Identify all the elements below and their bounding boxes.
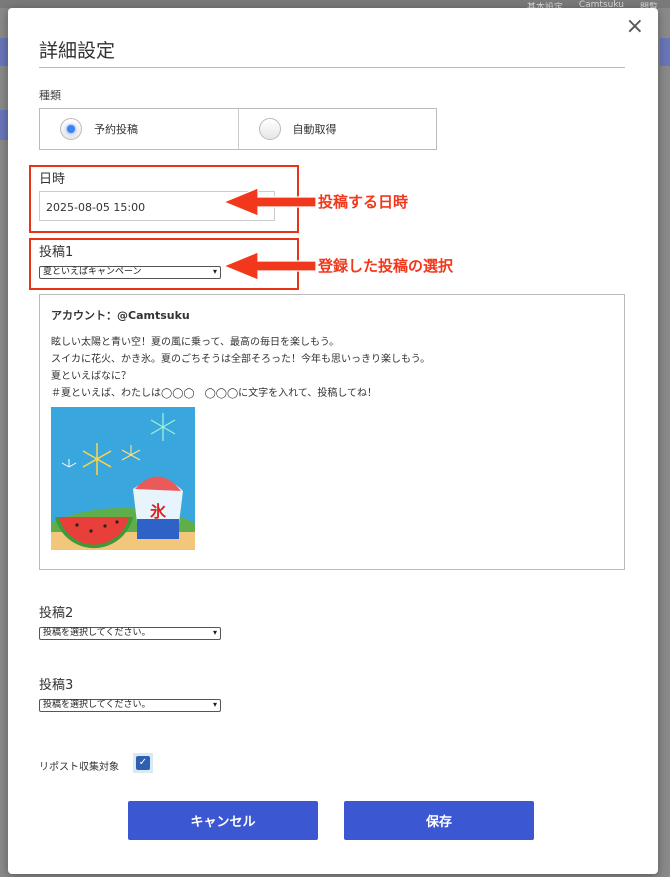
check-icon: ✓ bbox=[136, 756, 150, 770]
annotation-arrows bbox=[222, 187, 317, 281]
preview-text-line: ＃夏といえば、わたしは◯◯◯ ◯◯◯に文字を入れて、投稿してね！ bbox=[51, 388, 378, 399]
detail-settings-dialog: × 詳細設定 種類 予約投稿 自動取得 日時 2025-08-05 15:00 … bbox=[8, 8, 658, 874]
repost-label: リポスト収集対象 bbox=[39, 762, 119, 773]
arrow-left-icon bbox=[222, 251, 317, 281]
title-divider bbox=[39, 67, 625, 68]
preview-image: 氷 bbox=[51, 407, 195, 550]
annotation-post-select: 登録した投稿の選択 bbox=[318, 257, 454, 275]
preview-text-line: スイカに花火、かき氷。夏のごちそうは全部そろった！今年も思いっきり楽しもう。 bbox=[51, 354, 431, 365]
type-radio-group: 予約投稿 自動取得 bbox=[39, 108, 437, 150]
save-button[interactable]: 保存 bbox=[344, 801, 534, 840]
preview-image-text: 氷 bbox=[150, 502, 167, 521]
post3-select-value: 投稿を選択してください。 bbox=[43, 700, 151, 710]
post2-select-value: 投稿を選択してください。 bbox=[43, 628, 151, 638]
background-tab: 閲覧 bbox=[639, 3, 658, 8]
type-label: 種類 bbox=[39, 89, 61, 102]
preview-account: アカウント：@Camtsuku bbox=[51, 309, 190, 322]
post2-label: 投稿2 bbox=[39, 606, 74, 621]
radio-selected-dot bbox=[67, 125, 75, 133]
background-strip bbox=[0, 38, 8, 66]
background-tabs: 基本設定 Camtsuku 閲覧 bbox=[527, 0, 670, 8]
post2-select[interactable]: 投稿を選択してください。 ▾ bbox=[39, 627, 221, 640]
preview-text-line: 夏といえばなに？ bbox=[51, 371, 131, 382]
radio-option-auto-fetch[interactable]: 自動取得 bbox=[237, 109, 437, 149]
arrow-left-icon bbox=[222, 187, 317, 217]
close-icon[interactable]: × bbox=[626, 14, 644, 39]
background-strip bbox=[0, 110, 8, 140]
chevron-down-icon: ▾ bbox=[212, 628, 217, 637]
preview-text-line: 眩しい太陽と青い空！夏の風に乗って、最高の毎日を楽しもう。 bbox=[51, 337, 340, 348]
background-tab: 基本設定 bbox=[526, 3, 563, 8]
radio-button[interactable] bbox=[258, 118, 281, 140]
radio-option-scheduled[interactable]: 予約投稿 bbox=[40, 109, 238, 149]
radio-button[interactable] bbox=[60, 118, 82, 140]
dialog-title: 詳細設定 bbox=[39, 40, 116, 62]
chevron-down-icon: ▾ bbox=[212, 700, 217, 709]
post-preview: アカウント：@Camtsuku 眩しい太陽と青い空！夏の風に乗って、最高の毎日を… bbox=[39, 294, 625, 570]
repost-checkbox[interactable]: ✓ bbox=[133, 753, 153, 773]
background-strip bbox=[660, 38, 670, 66]
radio-label: 自動取得 bbox=[292, 123, 337, 136]
background-tab: Camtsuku bbox=[578, 0, 624, 8]
annotation-datetime: 投稿する日時 bbox=[318, 193, 409, 211]
cancel-button[interactable]: キャンセル bbox=[128, 801, 318, 840]
radio-label: 予約投稿 bbox=[94, 123, 138, 136]
post3-select[interactable]: 投稿を選択してください。 ▾ bbox=[39, 699, 221, 712]
post3-label: 投稿3 bbox=[39, 678, 74, 693]
